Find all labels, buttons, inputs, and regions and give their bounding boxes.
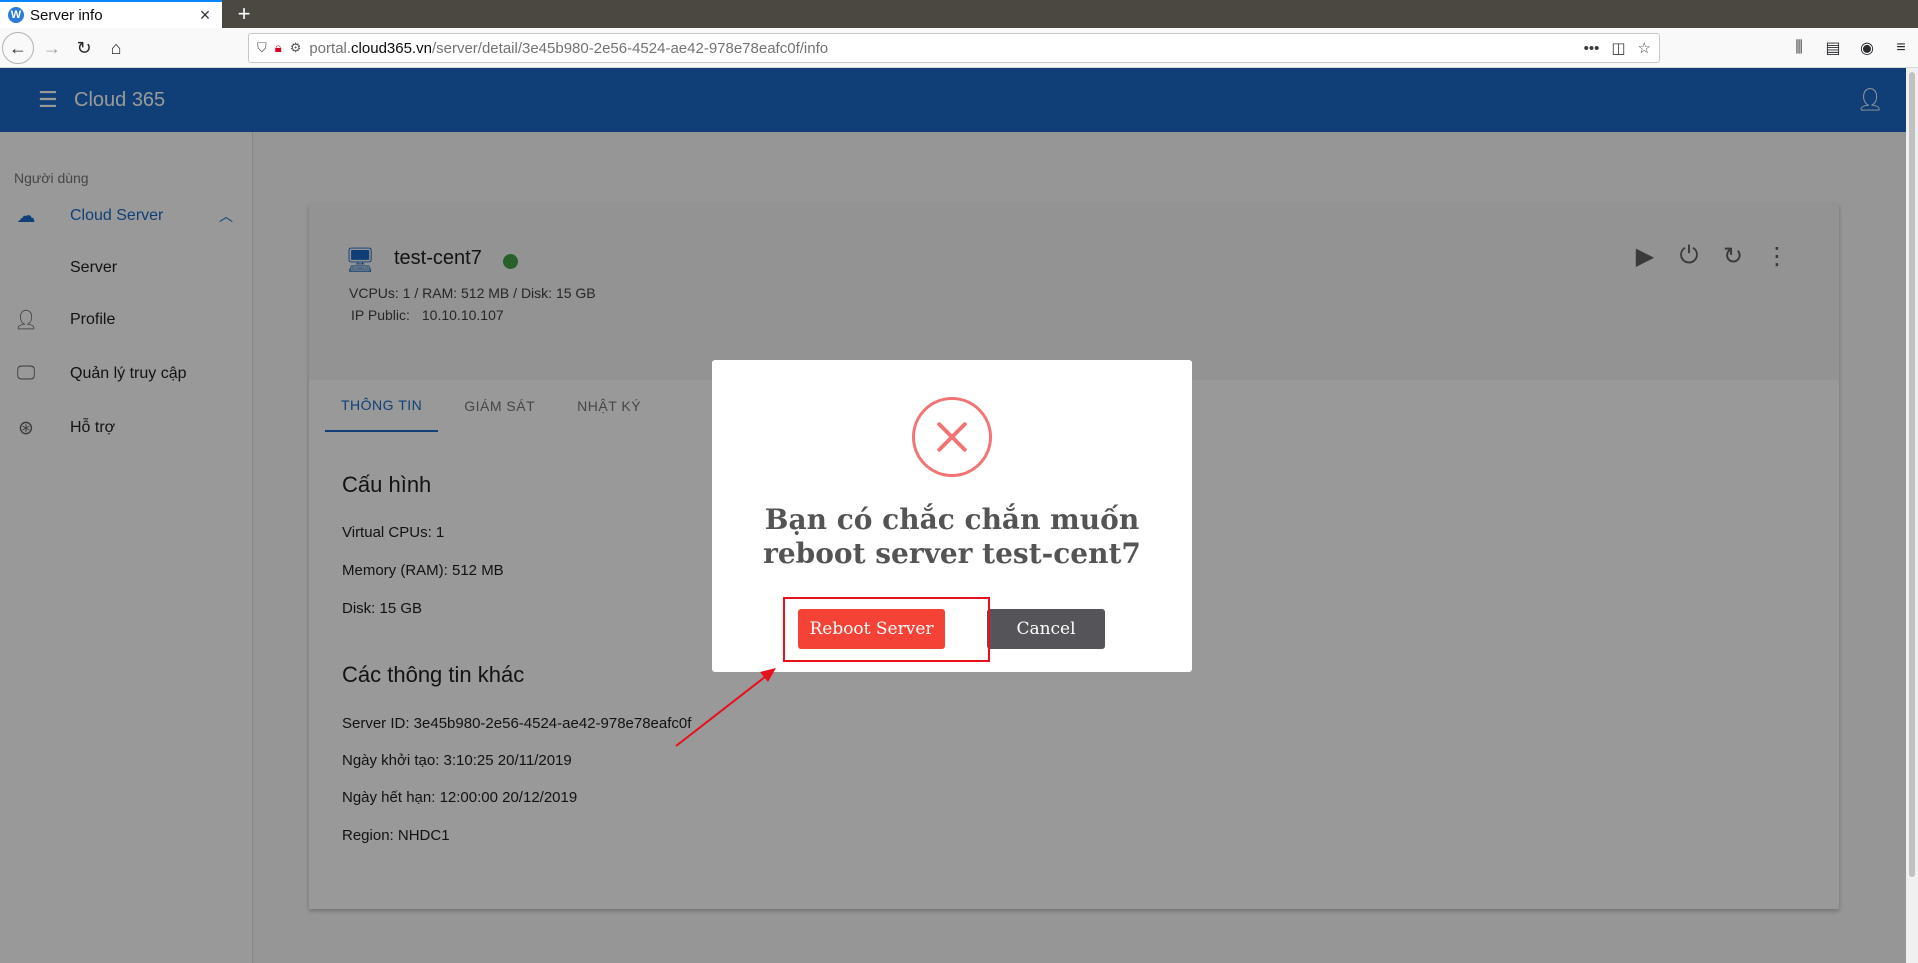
app-menu-icon[interactable]: ≡: [1884, 39, 1918, 57]
page-scrollbar[interactable]: [1906, 68, 1918, 963]
page-actions-icon[interactable]: •••: [1584, 40, 1600, 57]
dialog-title-line: reboot server test-cent7: [763, 537, 1141, 570]
arrow-right-icon: →: [43, 37, 61, 58]
annotation-highlight-box: [783, 597, 990, 662]
url-domain: cloud365.vn: [351, 39, 432, 57]
site-favicon-icon: W: [8, 7, 24, 23]
home-button[interactable]: ⌂: [100, 32, 132, 64]
arrow-left-icon: ←: [9, 37, 27, 58]
browser-navigation-bar: ← → ↻ ⌂ ⛉ 🔒︎ ⚙ portal.cloud365.vn/server…: [0, 28, 1918, 68]
new-tab-button[interactable]: +: [230, 0, 258, 28]
tab-title: Server info: [30, 6, 103, 24]
browser-toolbar-right: ⫼ ▤ ◉ ≡: [1782, 36, 1918, 60]
pocket-icon[interactable]: ◫: [1611, 39, 1625, 57]
insecure-lock-icon[interactable]: 🔒︎: [275, 40, 282, 56]
back-button[interactable]: ←: [2, 32, 34, 64]
dialog-title: Bạn có chắc chắn muốn reboot server test…: [732, 503, 1172, 571]
forward-button[interactable]: →: [36, 32, 68, 64]
browser-tab[interactable]: W Server info ×: [0, 0, 222, 28]
account-sync-icon[interactable]: ◉: [1850, 38, 1884, 58]
dialog-title-line: Bạn có chắc chắn muốn: [764, 503, 1140, 536]
reload-button[interactable]: ↻: [68, 32, 100, 64]
shield-icon[interactable]: ⛉: [257, 40, 267, 56]
permissions-icon[interactable]: ⚙: [290, 40, 302, 56]
library-icon[interactable]: ⫼: [1782, 39, 1816, 57]
home-icon: ⌂: [110, 37, 122, 58]
reload-icon: ↻: [76, 37, 92, 58]
error-x-icon: [912, 397, 992, 477]
url-prefix: portal.: [309, 39, 352, 57]
close-tab-icon[interactable]: ×: [196, 5, 214, 26]
cancel-button[interactable]: Cancel: [987, 609, 1105, 649]
bookmark-star-icon[interactable]: ☆: [1638, 39, 1651, 57]
browser-tab-strip: W Server info × +: [0, 0, 1918, 28]
address-bar[interactable]: ⛉ 🔒︎ ⚙ portal.cloud365.vn/server/detail/…: [248, 33, 1660, 63]
scrollbar-thumb[interactable]: [1909, 72, 1915, 877]
url-path: /server/detail/3e45b980-2e56-4524-ae42-9…: [431, 39, 829, 57]
url-text[interactable]: portal.cloud365.vn/server/detail/3e45b98…: [309, 40, 1571, 57]
sidebar-toggle-icon[interactable]: ▤: [1816, 38, 1850, 58]
